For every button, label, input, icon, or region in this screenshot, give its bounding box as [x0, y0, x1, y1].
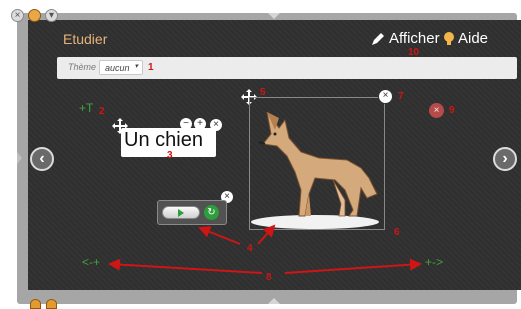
annotation-arrows: [108, 224, 422, 274]
bottom-tab[interactable]: [46, 299, 57, 309]
bottom-tab[interactable]: [30, 299, 41, 309]
